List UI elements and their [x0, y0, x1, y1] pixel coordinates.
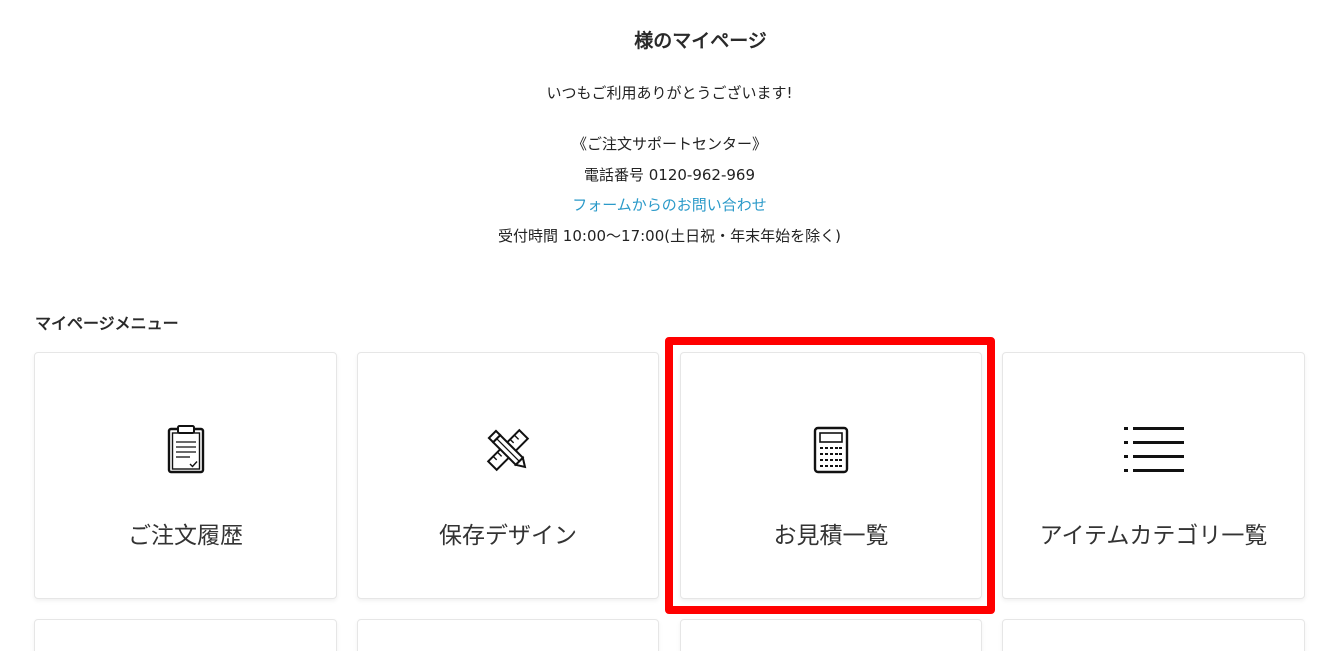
tile-label: お見積一覧 — [773, 523, 889, 549]
tile-row2-1[interactable] — [34, 619, 337, 651]
support-hours: 受付時間 10:00〜17:00(土日祝・年末年始を除く) — [498, 226, 841, 245]
tile-item-categories[interactable]: アイテムカテゴリ一覧 — [1002, 352, 1305, 599]
page-title: 様のマイページ — [634, 30, 767, 52]
contact-form-link[interactable]: フォームからのお問い合わせ — [572, 196, 767, 214]
welcome-message: いつもご利用ありがとうございます! — [546, 84, 793, 102]
tile-quotes[interactable]: お見積一覧 — [680, 352, 982, 599]
menu-heading: マイページメニュー — [35, 314, 179, 333]
calculator-icon — [801, 425, 861, 475]
tile-row2-3[interactable] — [680, 619, 982, 651]
tile-row2-4[interactable] — [1002, 619, 1305, 651]
support-center-name: 《ご注文サポートセンター》 — [571, 135, 767, 153]
clipboard-icon — [156, 425, 216, 475]
support-info: 《ご注文サポートセンター》 電話番号 0120-962-969 フォームからのお… — [0, 129, 1339, 251]
list-icon — [1123, 425, 1184, 475]
tile-label: ご注文履歴 — [128, 523, 243, 549]
tile-row2-2[interactable] — [357, 619, 659, 651]
tile-saved-designs[interactable]: 保存デザイン — [357, 352, 659, 599]
welcome-section: 様のマイページ いつもご利用ありがとうございます! 《ご注文サポートセンター》 … — [0, 30, 1339, 251]
tile-order-history[interactable]: ご注文履歴 — [34, 352, 337, 599]
support-phone: 電話番号 0120-962-969 — [583, 165, 756, 184]
tile-label: アイテムカテゴリ一覧 — [1039, 523, 1268, 549]
mypage: 様のマイページ いつもご利用ありがとうございます! 《ご注文サポートセンター》 … — [0, 0, 1339, 651]
tile-label: 保存デザイン — [439, 523, 577, 549]
pencil-ruler-icon — [478, 425, 538, 475]
